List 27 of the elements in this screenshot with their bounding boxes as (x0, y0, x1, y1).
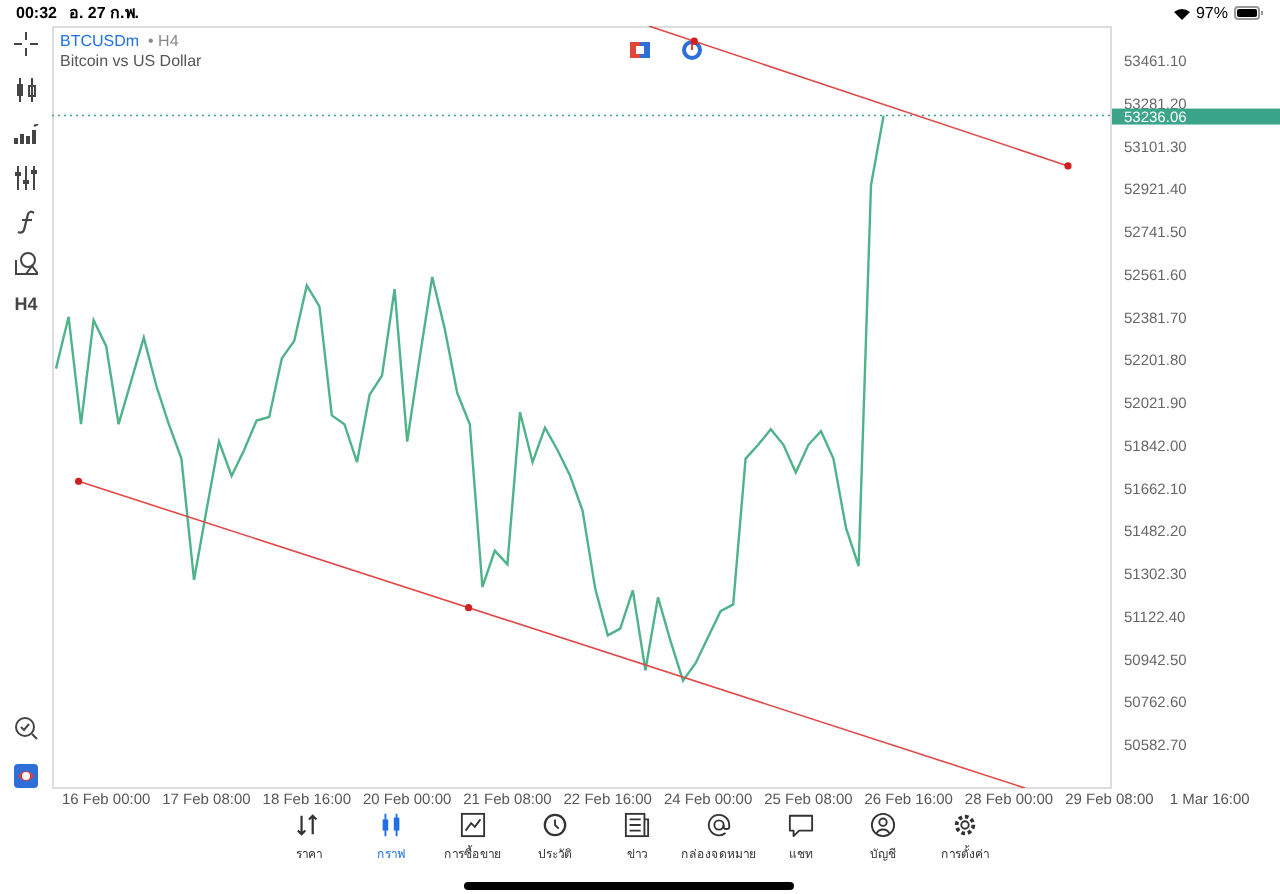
symbol-description: Bitcoin vs US Dollar (60, 52, 202, 72)
tab-icon (706, 812, 732, 838)
tab-icon (624, 812, 650, 838)
battery-percentage: 97% (1195, 1, 1228, 25)
wifi-icon (1173, 7, 1190, 19)
tab-icon (952, 812, 978, 838)
tab-icon (296, 812, 322, 838)
search-icon[interactable] (14, 716, 38, 740)
battery-icon (1234, 6, 1264, 20)
app-logo-icon[interactable] (14, 764, 38, 788)
shapes-icon[interactable] (14, 252, 38, 276)
tab-icon (460, 812, 486, 838)
timeframe-button[interactable]: H4 (14, 292, 38, 319)
tab-icon (870, 812, 896, 838)
symbol-name[interactable]: BTCUSDm (60, 32, 140, 50)
status-date: อ. 27 ก.พ. (68, 1, 139, 25)
status-time: 00:32 (16, 1, 57, 25)
one-click-trading-icon[interactable] (630, 42, 650, 58)
function-icon[interactable] (16, 210, 36, 234)
tab-icon (542, 812, 568, 838)
tab-icon (788, 812, 814, 838)
symbol-timeframe: • H4 (148, 32, 179, 50)
candlestick-icon[interactable] (14, 78, 38, 102)
bar-chart-icon[interactable] (13, 124, 39, 144)
tab-icon (378, 812, 404, 838)
sliders-icon[interactable] (14, 166, 38, 190)
crosshair-icon[interactable] (14, 32, 38, 56)
